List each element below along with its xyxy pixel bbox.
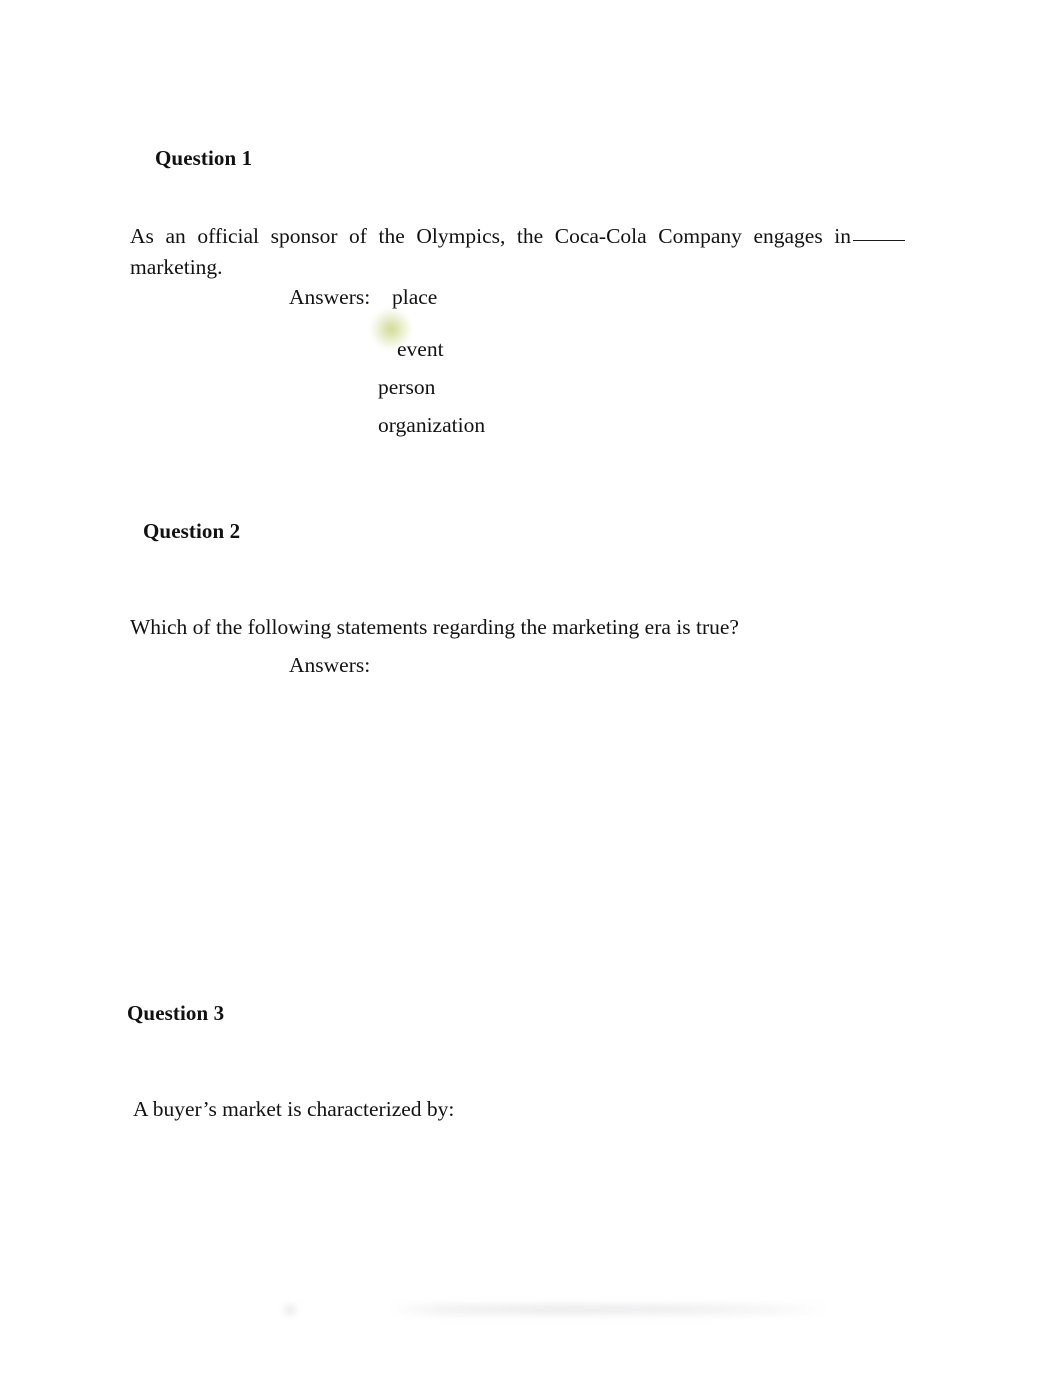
question-3-options-empty-area [130, 1140, 920, 1280]
question-3-heading: Question 3 [127, 1001, 225, 1025]
question-1-option-organization[interactable]: organization [378, 410, 485, 440]
question-2-answers-label: Answers: [289, 653, 371, 677]
question-1-answers-label: Answers: [289, 285, 371, 309]
scan-artifact-dot [282, 1303, 298, 1317]
question-1-heading: Question 1 [155, 146, 253, 170]
question-2-prompt: Which of the following statements regard… [130, 615, 739, 639]
document-page: Question 1 As an official sponsor of the… [0, 0, 1062, 1377]
question-1-option-person[interactable]: person [378, 372, 435, 402]
question-2-options-empty-area [130, 690, 920, 970]
scan-artifact-line [390, 1304, 830, 1315]
fill-in-blank [853, 240, 905, 241]
question-1-prompt-tail: marketing. [130, 255, 223, 279]
question-1-prompt: As an official sponsor of the Olympics, … [130, 221, 905, 283]
question-1-option-event[interactable]: event [397, 334, 444, 364]
question-3-prompt: A buyer’s market is characterized by: [133, 1097, 455, 1121]
question-1-prompt-text: As an official sponsor of the Olympics, … [130, 224, 851, 248]
question-1-option-place[interactable]: place [392, 282, 437, 312]
question-2-heading: Question 2 [143, 519, 241, 543]
